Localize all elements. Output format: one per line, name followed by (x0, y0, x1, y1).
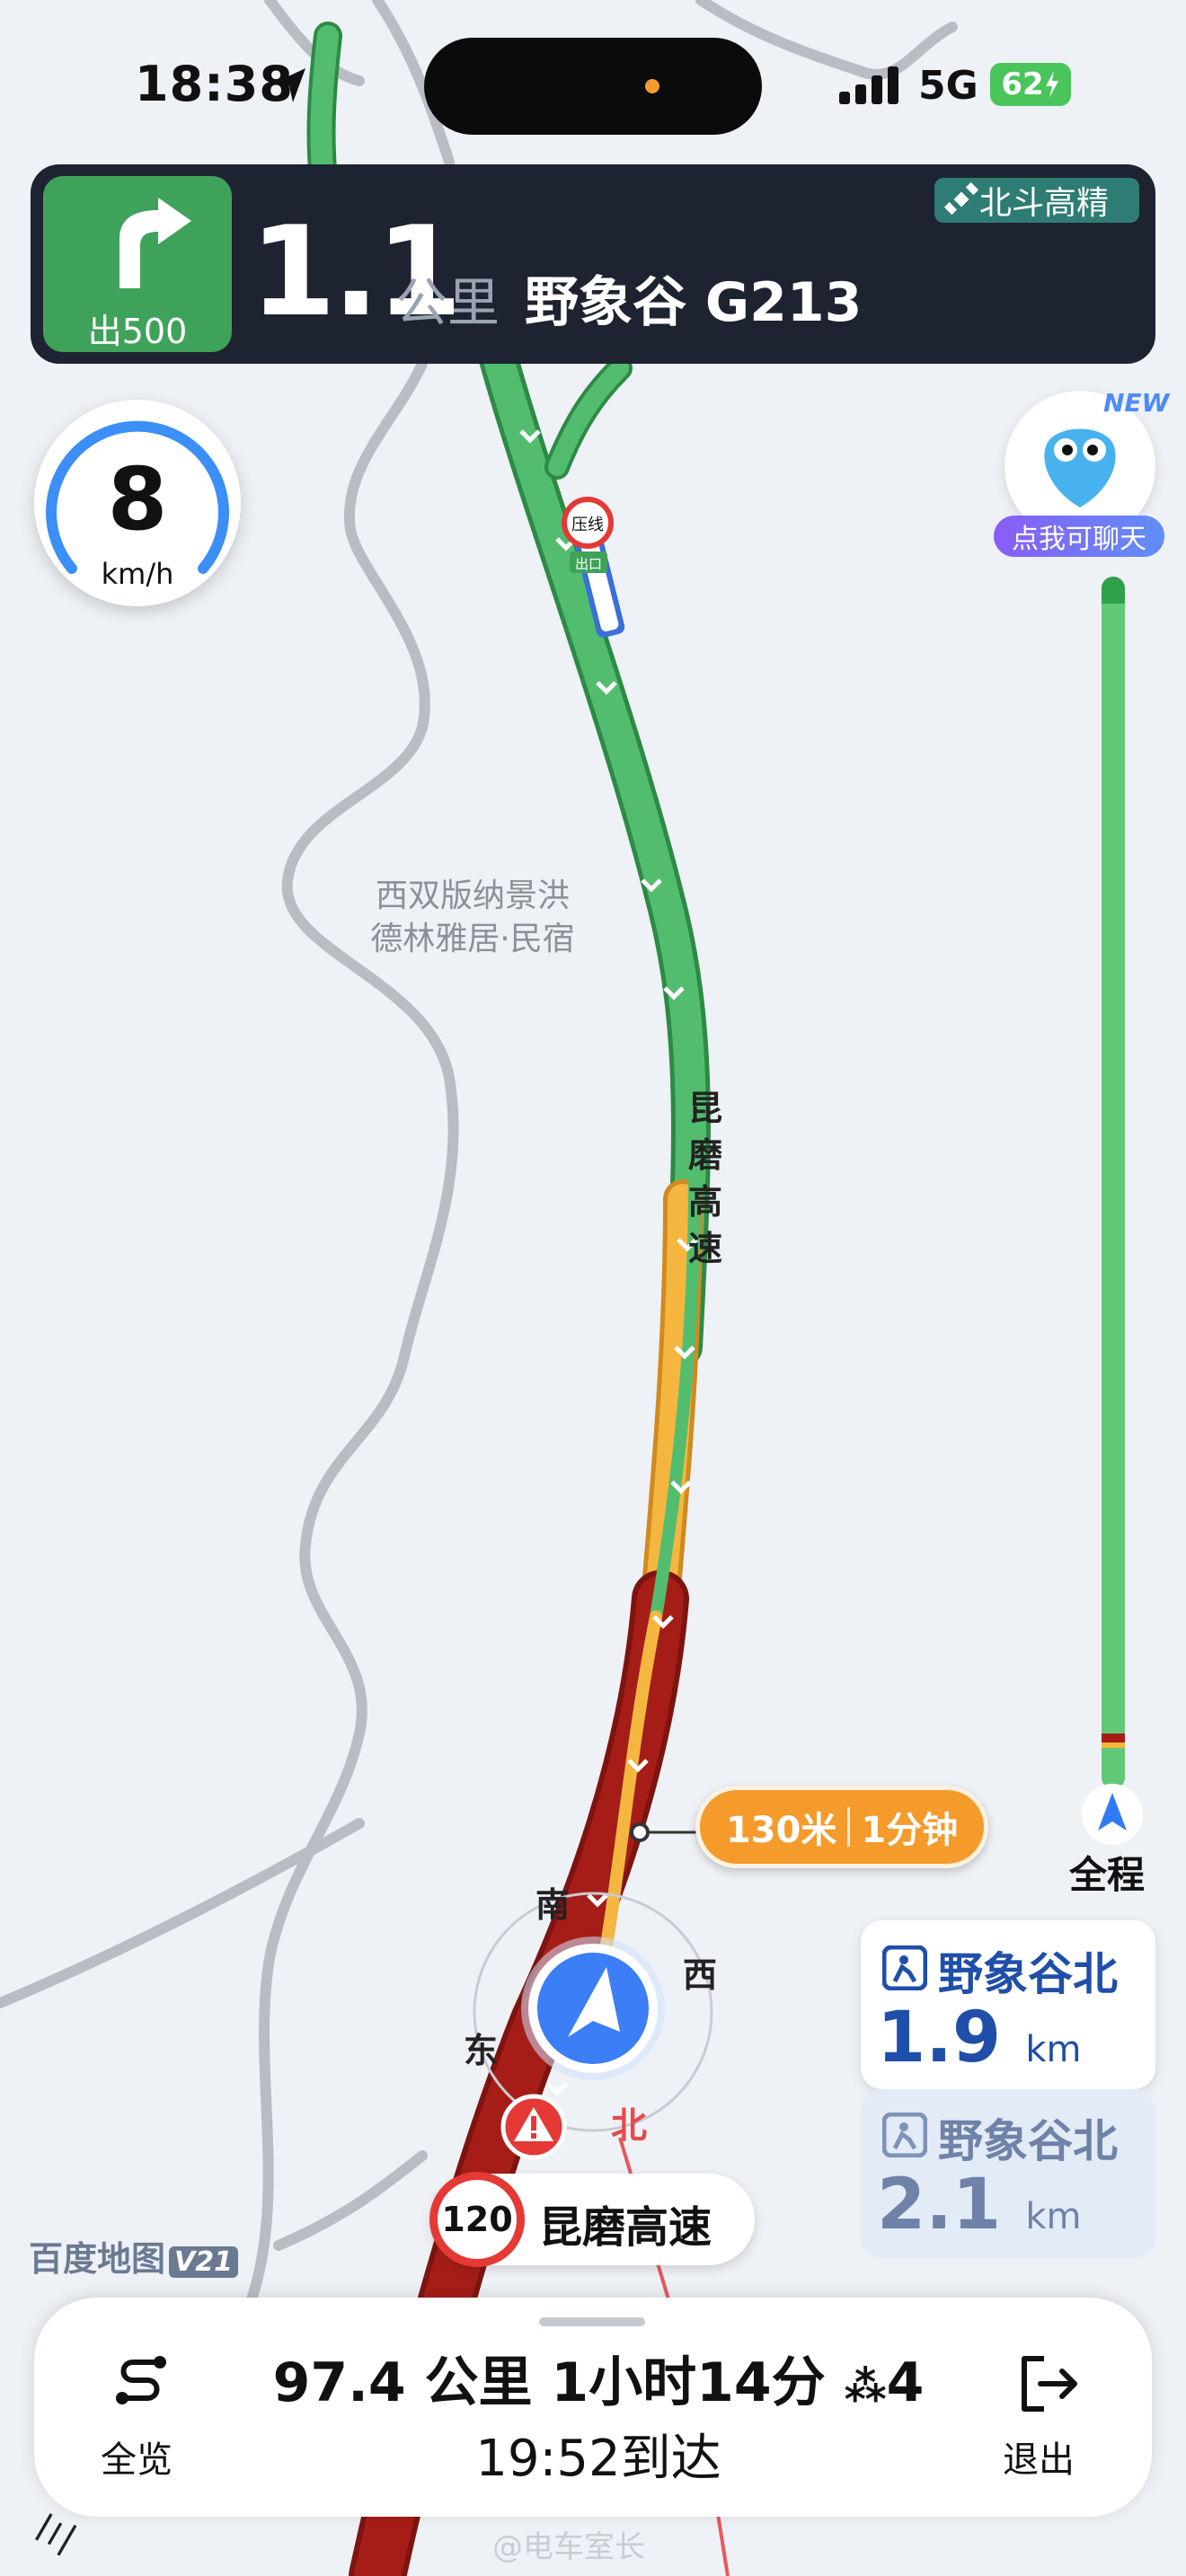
following-exit-unit: km (1025, 2196, 1082, 2237)
progress-start (1102, 577, 1125, 604)
next-exit-distance: 1.9 (877, 1998, 1002, 2078)
positioning-badge-text: 北斗高精 (979, 185, 1110, 222)
dynamic-island (424, 38, 762, 135)
traffic-jam-info[interactable]: 130米 1分钟 (695, 1786, 988, 1868)
battery-indicator: 62 (990, 63, 1071, 106)
poi-label[interactable]: 西双版纳景洪 德林雅居·民宿 (347, 875, 598, 961)
exit-sign-icon (882, 1945, 927, 1990)
assistant-label[interactable]: 点我可聊天 (994, 516, 1164, 557)
traffic-light-icon: ⁂ (844, 2362, 887, 2411)
charging-bolt-icon (1045, 71, 1058, 98)
next-exit-distance-row: 1.9 km (877, 1998, 1081, 2078)
progress-slow-segment (1102, 1742, 1125, 1748)
speed-limit-sign: 120 (429, 2172, 525, 2267)
turn-right-arrow-icon (119, 198, 191, 288)
new-badge: NEW (1103, 388, 1170, 418)
arrival-time: 19:52到达 (475, 2430, 721, 2488)
hazard-warning-icon[interactable] (500, 2094, 567, 2160)
compass-north: 北 (611, 2105, 647, 2147)
road-name-vertical: 昆磨高速 (687, 1089, 722, 1268)
pill-divider (847, 1807, 851, 1847)
compass-east: 东 (464, 2031, 499, 2070)
exit-navigation-icon[interactable] (1013, 2350, 1082, 2418)
current-speed: 8 (107, 449, 168, 550)
next-road-name: 野象谷 G213 (525, 271, 863, 334)
exit-navigation-label[interactable]: 退出 (1003, 2430, 1075, 2483)
next-exit-name: 野象谷北 (938, 1948, 1118, 2000)
battery-level: 62 (1001, 66, 1044, 102)
poi-label-line-1: 西双版纳景洪 (375, 878, 570, 914)
exit-sign-icon-2 (882, 2113, 927, 2157)
trip-text: 97.4 公里 1小时14分 (272, 2351, 826, 2414)
drag-handle[interactable] (539, 2317, 645, 2326)
compass-south: 南 (535, 1885, 571, 1925)
signal-bars-icon (839, 66, 898, 104)
following-exit-distance-row: 2.1 km (877, 2165, 1081, 2245)
brand-name: 百度地图 (29, 2239, 166, 2279)
full-route-label: 全程 (1069, 1853, 1146, 1897)
progress-car-icon (1082, 1784, 1143, 1845)
watermark: @电车室长 (492, 2529, 645, 2565)
brand-logo: 百度地图 V21 (29, 2231, 238, 2280)
trip-distance-time: 97.4 公里 1小时14分 ⁂4 (266, 2339, 931, 2417)
positioning-badge: 北斗高精 (934, 178, 1139, 223)
next-exit-unit: km (1025, 2029, 1082, 2070)
overview-label[interactable]: 全览 (101, 2430, 173, 2483)
current-road-name: 昆磨高速 (539, 2202, 712, 2253)
jam-duration: 1分钟 (861, 1810, 959, 1851)
marker-text-2: 出口 (575, 556, 602, 572)
following-exit-distance: 2.1 (877, 2165, 1002, 2245)
route-progress-bar (1102, 577, 1125, 1789)
network-type: 5G (918, 63, 978, 109)
marker-text-1: 压线 (571, 516, 604, 534)
jam-length: 130米 (725, 1810, 837, 1851)
following-exit-name: 野象谷北 (938, 2115, 1118, 2167)
location-arrow-icon (275, 68, 305, 102)
poi-label-line-2: 德林雅居·民宿 (370, 921, 575, 957)
camera-indicator-dot (645, 79, 659, 93)
compass-west: 西 (683, 1955, 718, 1995)
traffic-point (630, 1822, 650, 1842)
car-position-marker (521, 1936, 665, 2080)
exit-distance-label: 出500 (87, 312, 188, 351)
speed-unit: km/h (101, 557, 174, 591)
brand-version: V21 (169, 2246, 238, 2278)
satellite-icon (943, 181, 979, 216)
progress-jam-segment (1102, 1734, 1125, 1742)
traffic-light-count: 4 (886, 2351, 925, 2414)
turn-distance-unit: 公里 (395, 272, 500, 333)
route-overview-icon[interactable] (106, 2346, 174, 2414)
